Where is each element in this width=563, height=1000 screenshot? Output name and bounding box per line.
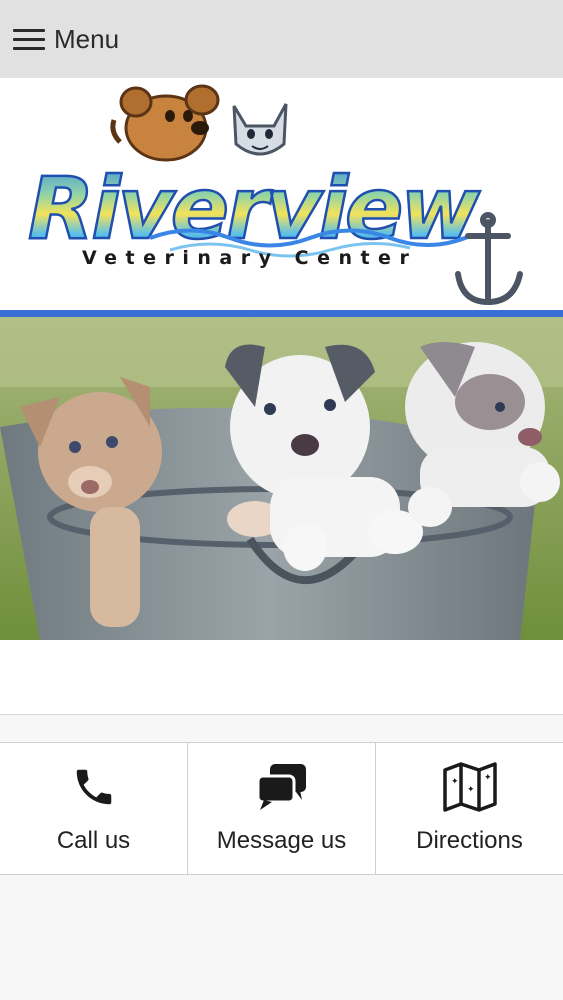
hamburger-icon bbox=[13, 27, 45, 51]
page-background bbox=[0, 876, 563, 1000]
call-us-button[interactable]: Call us bbox=[0, 743, 188, 874]
directions-button[interactable]: ✦ ✦ ✦ Directions bbox=[376, 743, 563, 874]
directions-label: Directions bbox=[416, 827, 523, 854]
logo-subtitle: Veterinary Center bbox=[82, 247, 417, 269]
accent-divider bbox=[0, 310, 563, 317]
logo[interactable]: Riverview Veterinary Center bbox=[0, 78, 563, 310]
cat-mascot bbox=[232, 103, 288, 156]
message-us-button[interactable]: Message us bbox=[188, 743, 376, 874]
svg-text:✦: ✦ bbox=[484, 773, 492, 783]
phone-icon bbox=[66, 759, 122, 815]
map-icon: ✦ ✦ ✦ bbox=[442, 759, 498, 815]
svg-text:✦: ✦ bbox=[451, 777, 459, 787]
call-us-label: Call us bbox=[56, 827, 131, 854]
top-bar: Menu bbox=[0, 0, 563, 78]
hero-puppies-photo bbox=[0, 317, 563, 640]
dog-mascot bbox=[110, 84, 220, 162]
content-spacer bbox=[0, 640, 563, 715]
svg-text:✦: ✦ bbox=[467, 785, 475, 795]
chat-bubbles-icon bbox=[254, 759, 310, 815]
menu-label: Menu bbox=[54, 23, 120, 54]
menu-button[interactable]: Menu bbox=[13, 24, 119, 55]
message-us-label: Message us bbox=[216, 827, 347, 854]
riverview-logo-graphic: Riverview Veterinary Center bbox=[27, 84, 523, 306]
contact-actions: Call us Message us ✦ ✦ ✦ Directions bbox=[0, 742, 563, 875]
